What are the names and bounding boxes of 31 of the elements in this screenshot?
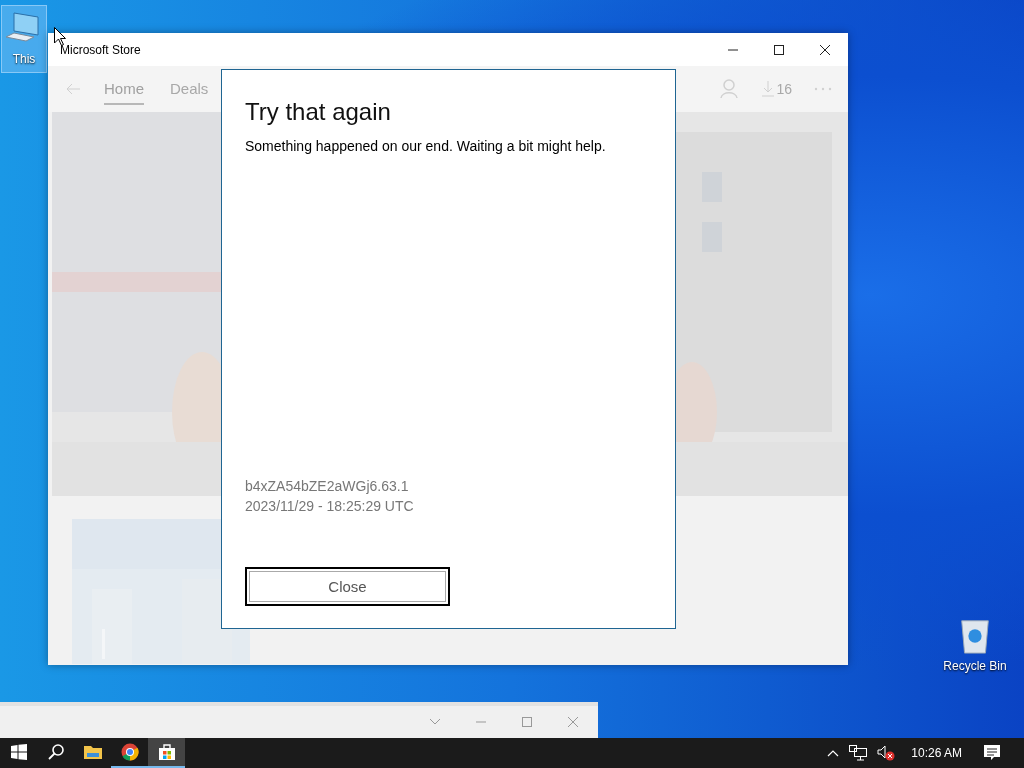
notification-icon[interactable] — [984, 745, 1000, 761]
windows-logo-icon — [10, 744, 27, 760]
nav-tab[interactable]: Home — [104, 73, 144, 105]
download-count: 16 — [776, 81, 792, 97]
window-title: Microsoft Store — [59, 42, 142, 57]
close-dialog-button[interactable]: Close — [245, 567, 450, 606]
chevron-down-icon — [429, 718, 441, 726]
nav-tab[interactable]: Deals — [170, 73, 209, 105]
desktop-icon-label: This — [12, 52, 36, 66]
chevron-up-icon[interactable] — [827, 749, 840, 757]
maximize-icon — [774, 44, 784, 55]
shopping-bag-icon — [157, 743, 176, 761]
search-icon — [47, 744, 64, 760]
error-timestamp: 2023/11/29 - 18:25:29 UTC — [245, 497, 415, 516]
clock[interactable]: 10:26 AM — [911, 746, 962, 760]
close-icon — [568, 717, 578, 727]
maximize-icon — [522, 717, 532, 727]
download-icon — [762, 81, 775, 97]
taskbar-app[interactable] — [148, 738, 185, 768]
downloads-button[interactable]: 16 — [762, 81, 792, 97]
close-icon — [820, 44, 830, 55]
folder-icon — [83, 744, 102, 760]
error-code: b4xZA54bZE2aWGj6.63.1 — [245, 477, 410, 496]
desktop-icon-label: Recycle Bin — [943, 659, 1007, 673]
desktop-icon[interactable]: Recycle Bin — [937, 612, 1013, 680]
dialog-title: Try that again — [245, 98, 392, 126]
browser-icon — [120, 743, 139, 761]
network-icon[interactable] — [849, 745, 868, 761]
desktop-icon[interactable]: This — [1, 5, 47, 73]
muted-speaker-icon[interactable] — [877, 745, 896, 761]
dialog-message: Something happened on our end. Waiting a bit might help. — [245, 138, 607, 154]
